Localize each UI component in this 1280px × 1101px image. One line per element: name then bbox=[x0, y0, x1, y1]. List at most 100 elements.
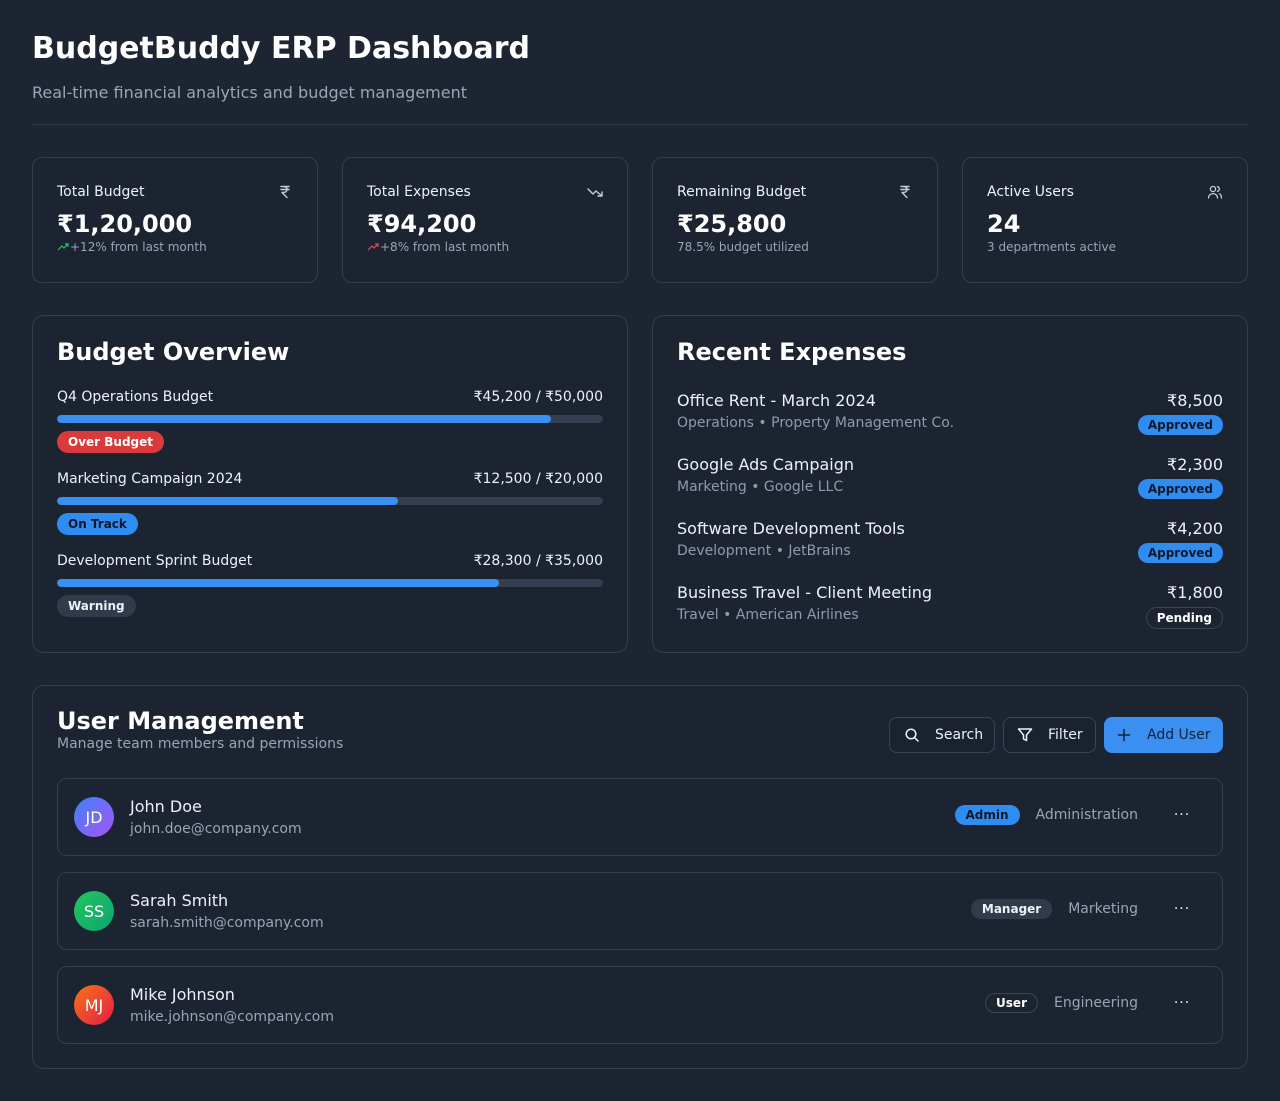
expense-item[interactable]: Business Travel - Client Meeting Travel … bbox=[677, 583, 1223, 629]
status-badge: Approved bbox=[1137, 543, 1223, 563]
user-email: sarah.smith@company.com bbox=[130, 915, 324, 931]
stat-label: Active Users bbox=[987, 184, 1074, 200]
stats-row: Total Budget ₹1,20,000 +12% from last mo… bbox=[32, 157, 1248, 283]
budget-item-name: Development Sprint Budget bbox=[57, 553, 253, 569]
stat-subtext-label: 3 departments active bbox=[987, 240, 1116, 254]
role-badge: Admin bbox=[954, 805, 1020, 825]
stat-subtext-label: +8% from last month bbox=[380, 240, 510, 254]
budget-item-name: Marketing Campaign 2024 bbox=[57, 471, 243, 487]
avatar: JD bbox=[74, 797, 114, 837]
user-name: Sarah Smith bbox=[130, 891, 229, 910]
filter-icon bbox=[1017, 728, 1033, 742]
more-options-icon[interactable]: ··· bbox=[1166, 995, 1198, 1011]
status-badge: On Track bbox=[57, 513, 138, 535]
add-user-button[interactable]: Add User bbox=[1104, 717, 1223, 753]
expense-item[interactable]: Office Rent - March 2024 Operations • Pr… bbox=[677, 391, 1223, 435]
add-user-button-label: Add User bbox=[1147, 727, 1211, 743]
expense-amount: ₹2,300 bbox=[1167, 455, 1223, 474]
filter-button[interactable]: Filter bbox=[1003, 717, 1096, 753]
expense-amount: ₹8,500 bbox=[1167, 391, 1223, 410]
plus-icon bbox=[1117, 728, 1131, 742]
budget-item-name: Q4 Operations Budget bbox=[57, 389, 214, 405]
page-header: BudgetBuddy ERP Dashboard Real-time fina… bbox=[32, 0, 1248, 125]
user-management-title: User Management bbox=[57, 707, 304, 735]
budget-overview-panel: Budget Overview Q4 Operations Budget ₹45… bbox=[32, 315, 628, 653]
stat-card-total-expenses: Total Expenses ₹94,200 +8% from last mon… bbox=[342, 157, 628, 283]
budget-progress-bar bbox=[57, 415, 603, 423]
stat-subtext: +12% from last month bbox=[57, 240, 293, 254]
more-options-icon[interactable]: ··· bbox=[1166, 901, 1198, 917]
user-email: john.doe@company.com bbox=[130, 821, 302, 837]
stat-subtext: 3 departments active bbox=[987, 240, 1223, 254]
expense-right: ₹2,300 Approved bbox=[1137, 455, 1223, 499]
user-row[interactable]: JD John Doe john.doe@company.com Admin A… bbox=[57, 778, 1223, 856]
user-meta: Admin Administration ··· bbox=[954, 805, 1199, 825]
expense-item[interactable]: Software Development Tools Development •… bbox=[677, 519, 1223, 563]
stat-value: ₹94,200 bbox=[367, 210, 477, 238]
stat-card-total-budget: Total Budget ₹1,20,000 +12% from last mo… bbox=[32, 157, 318, 283]
user-department: Engineering bbox=[1054, 995, 1138, 1011]
stat-value: ₹1,20,000 bbox=[57, 210, 193, 238]
user-name: Mike Johnson bbox=[130, 985, 235, 1004]
dashboard: BudgetBuddy ERP Dashboard Real-time fina… bbox=[32, 0, 1248, 1069]
more-options-icon[interactable]: ··· bbox=[1166, 807, 1198, 823]
stat-value: 24 bbox=[987, 210, 1021, 238]
recent-expenses-title: Recent Expenses bbox=[677, 338, 907, 366]
rupee-icon bbox=[900, 185, 910, 199]
recent-expenses-panel: Recent Expenses Office Rent - March 2024… bbox=[652, 315, 1248, 653]
status-badge: Over Budget bbox=[57, 431, 165, 453]
status-badge: Pending bbox=[1145, 607, 1223, 629]
user-meta: Manager Marketing ··· bbox=[970, 899, 1198, 919]
expense-name: Business Travel - Client Meeting bbox=[677, 583, 933, 602]
budget-progress-bar bbox=[57, 497, 603, 505]
status-badge: Approved bbox=[1137, 415, 1223, 435]
expense-right: ₹1,800 Pending bbox=[1145, 583, 1223, 629]
user-row[interactable]: SS Sarah Smith sarah.smith@company.com M… bbox=[57, 872, 1223, 950]
stat-card-active-users: Active Users 24 3 departments active bbox=[962, 157, 1248, 283]
user-row[interactable]: MJ Mike Johnson mike.johnson@company.com… bbox=[57, 966, 1223, 1044]
stat-label: Total Expenses bbox=[367, 184, 471, 200]
trending-up-icon bbox=[57, 243, 69, 251]
stat-label: Remaining Budget bbox=[677, 184, 807, 200]
role-badge: Manager bbox=[970, 899, 1053, 919]
page-subtitle: Real-time financial analytics and budget… bbox=[32, 83, 468, 102]
budget-progress-fill bbox=[57, 415, 551, 423]
trending-up-icon bbox=[367, 243, 379, 251]
user-email: mike.johnson@company.com bbox=[130, 1009, 335, 1025]
budget-progress-bar bbox=[57, 579, 603, 587]
expense-meta: Travel • American Airlines bbox=[677, 607, 859, 623]
stat-subtext: +8% from last month bbox=[367, 240, 603, 254]
role-badge: User bbox=[985, 993, 1038, 1013]
budget-item: Marketing Campaign 2024 ₹12,500 / ₹20,00… bbox=[57, 471, 603, 535]
stat-subtext-label: 78.5% budget utilized bbox=[677, 240, 809, 254]
status-badge: Approved bbox=[1137, 479, 1223, 499]
expense-right: ₹4,200 Approved bbox=[1137, 519, 1223, 563]
search-button-label: Search bbox=[935, 727, 984, 743]
expense-item[interactable]: Google Ads Campaign Marketing • Google L… bbox=[677, 455, 1223, 499]
stat-card-remaining-budget: Remaining Budget ₹25,800 78.5% budget ut… bbox=[652, 157, 938, 283]
budget-progress-fill bbox=[57, 497, 399, 505]
budget-item-amount: ₹28,300 / ₹35,000 bbox=[473, 553, 603, 569]
page-title: BudgetBuddy ERP Dashboard bbox=[32, 31, 531, 66]
user-meta: User Engineering ··· bbox=[985, 993, 1198, 1013]
budget-item: Q4 Operations Budget ₹45,200 / ₹50,000 O… bbox=[57, 389, 603, 453]
budget-overview-title: Budget Overview bbox=[57, 338, 290, 366]
rupee-icon bbox=[280, 185, 290, 199]
expense-right: ₹8,500 Approved bbox=[1137, 391, 1223, 435]
user-department: Administration bbox=[1035, 807, 1138, 823]
user-name: John Doe bbox=[130, 797, 202, 816]
stat-subtext-label: +12% from last month bbox=[70, 240, 207, 254]
user-management-panel: User Management Manage team members and … bbox=[32, 685, 1248, 1069]
expense-amount: ₹1,800 bbox=[1167, 583, 1223, 602]
users-icon bbox=[1207, 185, 1223, 199]
user-management-subtitle: Manage team members and permissions bbox=[57, 736, 344, 752]
search-button[interactable]: Search bbox=[889, 717, 995, 753]
search-icon bbox=[905, 728, 919, 742]
budget-item-amount: ₹45,200 / ₹50,000 bbox=[473, 389, 603, 405]
stat-value: ₹25,800 bbox=[677, 210, 787, 238]
budget-item-header: Q4 Operations Budget ₹45,200 / ₹50,000 bbox=[57, 389, 603, 405]
expense-amount: ₹4,200 bbox=[1167, 519, 1223, 538]
user-department: Marketing bbox=[1068, 901, 1138, 917]
avatar: SS bbox=[74, 891, 114, 931]
budget-item-header: Marketing Campaign 2024 ₹12,500 / ₹20,00… bbox=[57, 471, 603, 487]
